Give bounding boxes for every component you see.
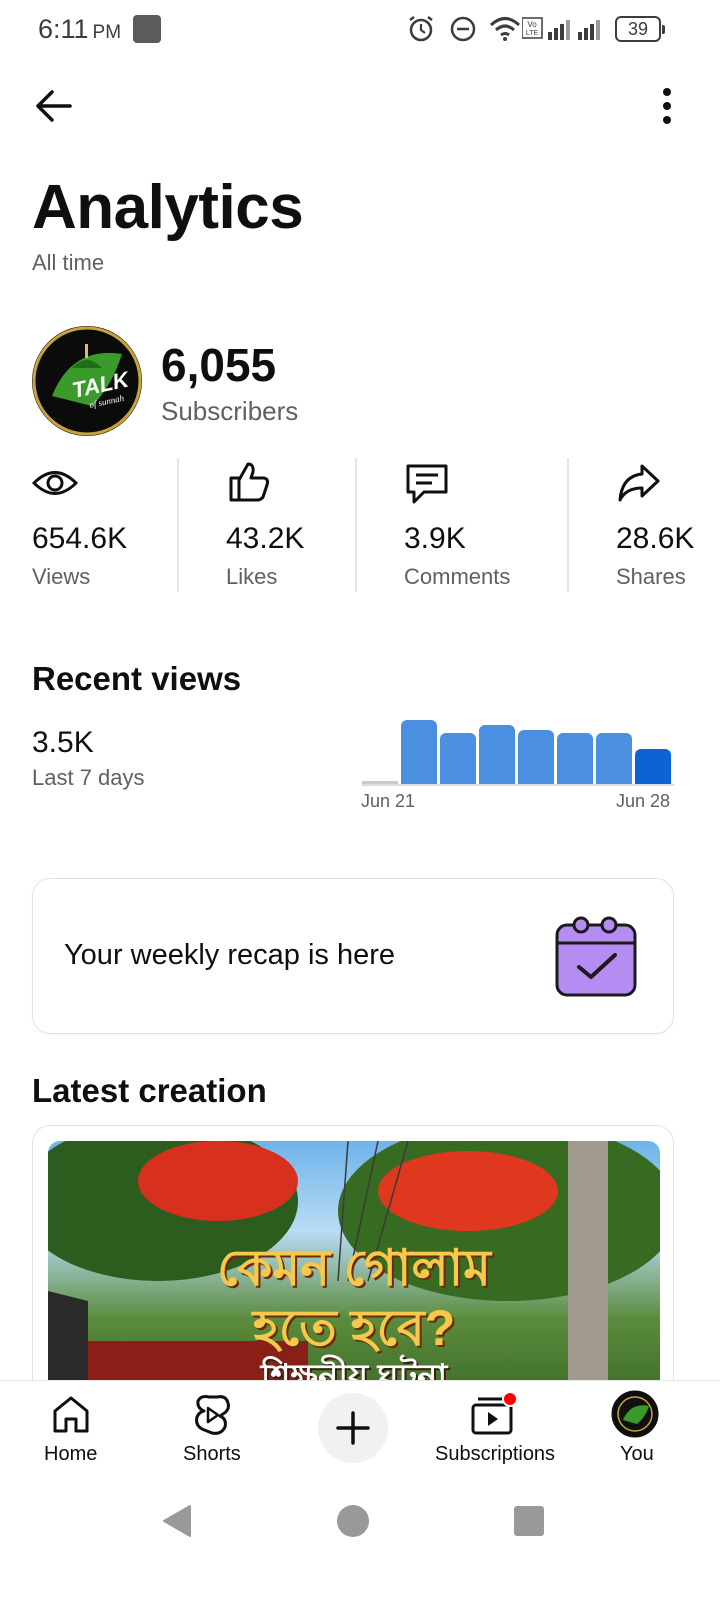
channel-logo: TALK of sunnah: [32, 326, 142, 436]
subscriptions-icon: [471, 1393, 518, 1435]
dnd-icon: [450, 16, 476, 42]
subscriber-count: 6,055: [161, 339, 277, 391]
page-title: Analytics: [32, 173, 304, 242]
thumbs-up-icon: [229, 462, 270, 502]
recent-views-chart[interactable]: [362, 700, 674, 786]
weekly-recap-card[interactable]: Your weekly recap is here: [32, 878, 674, 1034]
home-icon: [53, 1396, 89, 1433]
back-button[interactable]: [30, 84, 80, 128]
nav-shorts-label: Shorts: [183, 1443, 241, 1465]
nav-subscriptions[interactable]: Subscriptions: [430, 1381, 560, 1481]
nav-home-label: Home: [44, 1443, 98, 1465]
create-button[interactable]: [318, 1393, 388, 1463]
back-arrow-icon: [36, 90, 72, 122]
system-navigation-bar: [0, 1480, 720, 1600]
bottom-navigation: Home Shorts Subscriptions You: [0, 1380, 720, 1480]
notification-app-icon: [133, 15, 161, 43]
comment-icon: [406, 464, 448, 504]
system-back-icon[interactable]: [158, 1502, 196, 1540]
shorts-icon: [195, 1395, 230, 1435]
more-options-button[interactable]: [644, 84, 680, 128]
comments-label: Comments: [404, 564, 511, 589]
battery-indicator: 39: [615, 16, 665, 42]
nav-home[interactable]: Home: [20, 1381, 120, 1481]
nav-shorts[interactable]: Shorts: [162, 1381, 262, 1481]
share-icon: [618, 464, 660, 502]
chart-bar: [635, 749, 671, 784]
nav-you-label: You: [620, 1443, 654, 1465]
alarm-icon: [409, 16, 433, 42]
chart-axis-end: Jun 28: [616, 791, 671, 811]
latest-creation-title: Latest creation: [32, 1072, 267, 1109]
cell-signal-icon: Vo LTE: [522, 17, 600, 40]
eye-icon: [32, 471, 78, 495]
stat-divider: [567, 458, 569, 592]
views-value: 654.6K: [32, 522, 128, 555]
chart-bar: [518, 730, 554, 784]
recent-views-value: 3.5K: [32, 726, 94, 759]
chart-bar: [362, 781, 398, 784]
calendar-check-icon: [555, 916, 637, 997]
svg-text:Vo: Vo: [527, 20, 537, 29]
status-bar: 6:11 PM Vo LTE 39: [0, 0, 720, 60]
weekly-recap-text: Your weekly recap is here: [64, 939, 395, 971]
chart-bar: [401, 720, 437, 784]
chart-bar: [557, 733, 593, 784]
system-home-icon[interactable]: [335, 1503, 371, 1539]
system-recents-icon[interactable]: [512, 1504, 546, 1538]
stat-divider: [177, 458, 179, 592]
shares-value: 28.6K: [616, 522, 695, 555]
stat-divider: [355, 458, 357, 592]
comments-value: 3.9K: [404, 522, 466, 555]
plus-icon: [336, 1411, 370, 1445]
chart-bar: [440, 733, 476, 784]
channel-avatar: TALK of sunnah: [32, 326, 142, 436]
shares-label: Shares: [616, 564, 686, 589]
views-label: Views: [32, 564, 91, 589]
chart-axis-start: Jun 21: [361, 791, 416, 811]
recent-views-title: Recent views: [32, 660, 242, 697]
subscriber-label: Subscribers: [161, 396, 299, 426]
avatar-icon: [611, 1390, 659, 1438]
nav-you[interactable]: You: [600, 1381, 680, 1481]
status-time: 6:11 PM: [38, 14, 122, 44]
page-subtitle: All time: [32, 250, 105, 275]
chart-bar: [479, 725, 515, 784]
likes-label: Likes: [226, 564, 278, 589]
chart-bar: [596, 733, 632, 784]
svg-text:LTE: LTE: [526, 30, 539, 37]
likes-value: 43.2K: [226, 522, 305, 555]
nav-subscriptions-label: Subscriptions: [435, 1443, 556, 1465]
recent-views-period: Last 7 days: [32, 765, 145, 790]
more-vert-icon: [663, 88, 671, 124]
wifi-icon: [489, 17, 521, 41]
notification-dot: [502, 1393, 518, 1407]
